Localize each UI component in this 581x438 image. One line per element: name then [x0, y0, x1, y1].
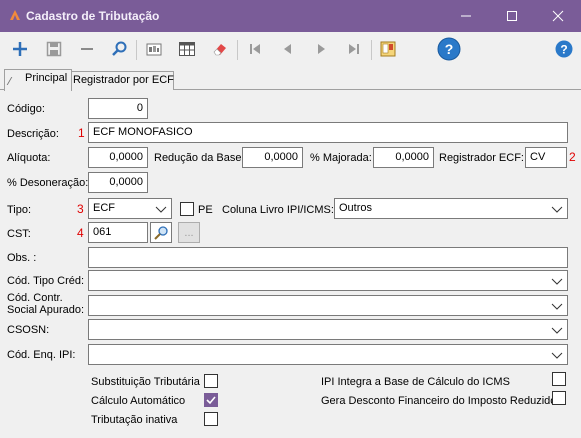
save-icon[interactable] [42, 37, 66, 61]
eraser-icon[interactable] [208, 37, 232, 61]
gera-desconto-checkbox[interactable] [552, 391, 566, 405]
majorada-label: % Majorada: [310, 152, 372, 164]
maximize-button[interactable] [489, 0, 535, 32]
cod-enq-ipi-label: Cód. Enq. IPI: [7, 349, 76, 361]
chevron-down-icon [551, 352, 563, 359]
tab-strip: Principal Registrador por ECF [0, 68, 581, 91]
subst-checkbox[interactable] [204, 374, 218, 388]
toolbar-separator [237, 40, 238, 60]
pe-label: PE [198, 204, 213, 216]
magnifier-icon [154, 225, 168, 240]
aliquota-input[interactable]: 0,0000 [88, 147, 148, 168]
window-title: Cadastro de Tributação [26, 9, 160, 23]
inativa-label: Tributação inativa [91, 414, 178, 426]
tipo-label: Tipo: [7, 204, 32, 216]
cod-contr-label-line1: Cód. Contr. [7, 292, 63, 304]
ipi-integra-checkbox[interactable] [552, 372, 566, 386]
descricao-marker: 1 [78, 126, 85, 140]
aliquota-label: Alíquota: [7, 152, 51, 164]
tipo-select-value: ECF [93, 202, 115, 214]
csosn-select[interactable] [88, 319, 568, 340]
minimize-button[interactable] [443, 0, 489, 32]
csosn-label: CSOSN: [7, 324, 50, 336]
cod-enq-ipi-select[interactable] [88, 344, 568, 365]
cod-contr-select[interactable] [88, 295, 568, 316]
descricao-label: Descrição: [7, 128, 59, 140]
svg-text:?: ? [560, 43, 567, 57]
gera-desconto-label: Gera Desconto Financeiro do Imposto Redu… [321, 395, 557, 407]
remove-icon[interactable] [75, 37, 99, 61]
help-icon[interactable]: ? [435, 35, 463, 63]
pe-checkbox[interactable] [180, 202, 194, 216]
chevron-down-icon [551, 206, 563, 213]
registrador-input[interactable]: CV [525, 147, 567, 168]
majorada-input[interactable]: 0,0000 [373, 147, 434, 168]
reducao-input[interactable]: 0,0000 [242, 147, 303, 168]
toolbar-separator [371, 40, 372, 60]
close-button[interactable] [535, 0, 581, 32]
title-bar: Cadastro de Tributação [0, 0, 581, 32]
obs-input[interactable] [88, 247, 568, 268]
coluna-label: Coluna Livro IPI/ICMS: [222, 204, 334, 216]
chevron-down-icon [551, 327, 563, 334]
tipo-select[interactable]: ECF [88, 198, 172, 219]
cod-contr-label-line2: Social Apurado: [7, 304, 85, 316]
ipi-integra-label: IPI Integra a Base de Cálculo do ICMS [321, 376, 510, 388]
help-icon[interactable]: ? [552, 37, 576, 61]
toolbar-separator [136, 40, 137, 60]
last-record-icon[interactable] [342, 37, 366, 61]
tab-registrador-label: Registrador por ECF [73, 74, 174, 86]
svg-text:?: ? [445, 41, 454, 57]
checkmark-icon [206, 396, 216, 405]
registrador-marker: 2 [569, 150, 576, 164]
cst-marker: 4 [77, 226, 84, 240]
cst-ellipsis-button[interactable]: ... [178, 222, 200, 243]
toolbar: ? ? [0, 32, 581, 68]
cst-input[interactable]: 061 [88, 222, 148, 243]
calculo-label: Cálculo Automático [91, 395, 186, 407]
obs-label: Obs. : [7, 252, 37, 264]
chevron-down-icon [551, 278, 563, 285]
codigo-input[interactable]: 0 [88, 98, 148, 119]
coluna-select-value: Outros [339, 202, 373, 214]
tipo-marker: 3 [77, 202, 84, 216]
book-icon[interactable] [376, 37, 400, 61]
descricao-input[interactable]: ECF MONOFASICO [88, 122, 568, 143]
cst-search-button[interactable] [150, 222, 172, 243]
codigo-label: Código: [7, 103, 45, 115]
cst-label: CST: [7, 228, 31, 240]
app-logo-icon [8, 8, 22, 22]
tab-principal[interactable]: Principal [4, 69, 73, 91]
chevron-down-icon [155, 206, 167, 213]
grid-icon[interactable] [175, 37, 199, 61]
reducao-label: Redução da Base: [154, 152, 245, 164]
report-icon[interactable] [142, 37, 166, 61]
coluna-select[interactable]: Outros [334, 198, 568, 219]
search-icon[interactable] [107, 37, 131, 61]
calculo-checkbox[interactable] [204, 393, 218, 407]
first-record-icon[interactable] [243, 37, 267, 61]
registrador-label: Registrador ECF: [439, 152, 524, 164]
cod-tipo-cred-select[interactable] [88, 270, 568, 291]
inativa-checkbox[interactable] [204, 412, 218, 426]
add-icon[interactable] [8, 37, 32, 61]
next-record-icon[interactable] [309, 37, 333, 61]
desoneracao-input[interactable]: 0,0000 [88, 172, 148, 193]
previous-record-icon[interactable] [276, 37, 300, 61]
subst-label: Substituição Tributária [91, 376, 200, 388]
cod-tipo-cred-label: Cód. Tipo Créd: [7, 275, 85, 287]
desoneracao-label: % Desoneração: [7, 177, 89, 189]
chevron-down-icon [551, 303, 563, 310]
tab-registrador[interactable]: Registrador por ECF [68, 71, 174, 90]
